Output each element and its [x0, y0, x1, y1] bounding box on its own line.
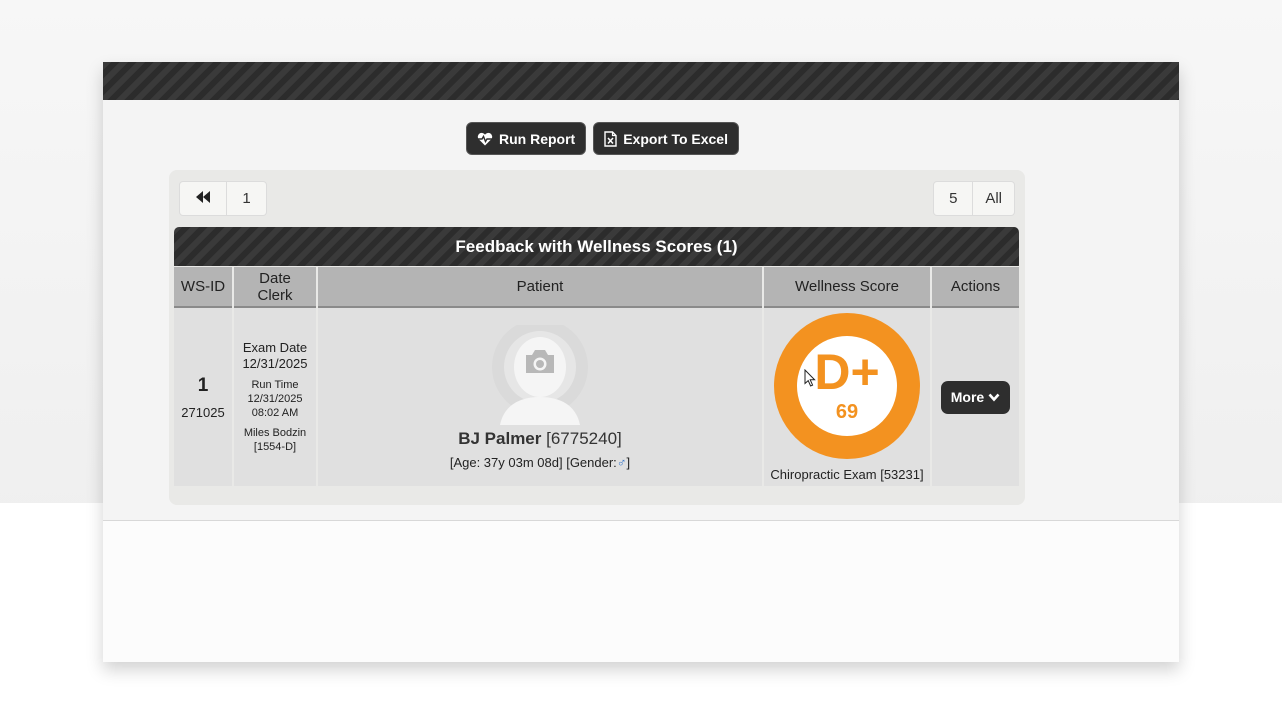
- wellness-score-cell: D+ 69 Chiropractic Exam [53231]: [764, 308, 930, 486]
- heartbeat-icon: [477, 132, 493, 146]
- actions-cell: More: [932, 308, 1019, 486]
- column-header-date: Date: [259, 269, 291, 287]
- patient-id: [6775240]: [546, 428, 622, 448]
- column-header-clerk: Clerk: [257, 286, 293, 304]
- double-chevron-left-icon: [195, 190, 211, 207]
- page-size-5-button[interactable]: 5: [933, 181, 974, 216]
- column-header-wellness-score[interactable]: Wellness Score: [764, 267, 930, 308]
- export-to-excel-button[interactable]: Export To Excel: [593, 122, 739, 155]
- date-clerk-cell: Exam Date 12/31/2025 Run Time 12/31/2025…: [234, 308, 316, 486]
- run-report-button[interactable]: Run Report: [466, 122, 587, 155]
- panel-header-bar: [103, 62, 1179, 100]
- export-to-excel-label: Export To Excel: [623, 130, 728, 147]
- wellness-score-badge[interactable]: D+ 69: [774, 312, 920, 459]
- ws-id: 1: [197, 374, 209, 396]
- clerk-name: Miles Bodzin: [243, 427, 307, 439]
- exam-label: Chiropractic Exam [53231]: [770, 466, 924, 482]
- mouse-cursor-icon: [804, 368, 816, 392]
- patient-gender-close: ]: [626, 454, 631, 470]
- column-header-date-clerk[interactable]: Date Clerk: [234, 267, 316, 308]
- report-toolbar: Run Report Export To Excel: [466, 122, 739, 155]
- run-time-date: 12/31/2025: [247, 393, 303, 405]
- excel-file-icon: [604, 130, 617, 147]
- run-time-label: Run Time: [251, 379, 299, 391]
- page-1-button[interactable]: 1: [227, 181, 267, 216]
- patient-avatar[interactable]: [490, 318, 590, 425]
- more-button[interactable]: More: [940, 380, 1011, 414]
- ws-sub-id: 271025: [181, 404, 225, 420]
- score-grade: D+: [814, 343, 880, 400]
- patient-age: [Age: 37y 03m 08d]: [449, 454, 563, 470]
- table-row: 1 271025 Exam Date 12/31/2025 Run Time 1…: [174, 308, 1019, 486]
- panel-lower-area: [103, 520, 1179, 662]
- report-container: 1 5 All Feedback with Wellness Scores (1…: [169, 170, 1025, 505]
- run-report-label: Run Report: [499, 130, 576, 147]
- clerk-id: [1554-D]: [253, 441, 297, 453]
- avatar-placeholder-icon: [492, 318, 588, 425]
- page-size-all-button[interactable]: All: [973, 181, 1015, 216]
- first-page-button[interactable]: [179, 181, 227, 216]
- chevron-down-icon: [988, 389, 1000, 405]
- patient-name[interactable]: BJ Palmer: [458, 429, 541, 448]
- grid-title: Feedback with Wellness Scores (1): [174, 227, 1019, 266]
- wsid-cell: 1 271025: [174, 308, 232, 486]
- page-size-selector: 5 All: [933, 181, 1015, 216]
- run-time-time: 08:02 AM: [251, 407, 299, 419]
- male-icon: ♂: [616, 454, 627, 470]
- report-panel: Run Report Export To Excel 1 5 All Feedb…: [103, 62, 1179, 662]
- more-label: More: [950, 389, 985, 405]
- patient-gender-label: [Gender:: [566, 454, 617, 470]
- pager-left: 1: [179, 181, 267, 216]
- score-number: 69: [835, 400, 859, 423]
- column-header-patient[interactable]: Patient: [318, 267, 762, 308]
- table-header-row: WS-ID Date Clerk Patient Wellness Score …: [174, 267, 1019, 308]
- wellness-table: WS-ID Date Clerk Patient Wellness Score …: [172, 267, 1021, 486]
- exam-date-value: 12/31/2025: [242, 356, 308, 371]
- exam-date-label: Exam Date: [242, 340, 308, 355]
- patient-cell: BJ Palmer [6775240] [Age: 37y 03m 08d] […: [318, 308, 762, 486]
- column-header-wsid[interactable]: WS-ID: [174, 267, 232, 308]
- column-header-actions: Actions: [932, 267, 1019, 308]
